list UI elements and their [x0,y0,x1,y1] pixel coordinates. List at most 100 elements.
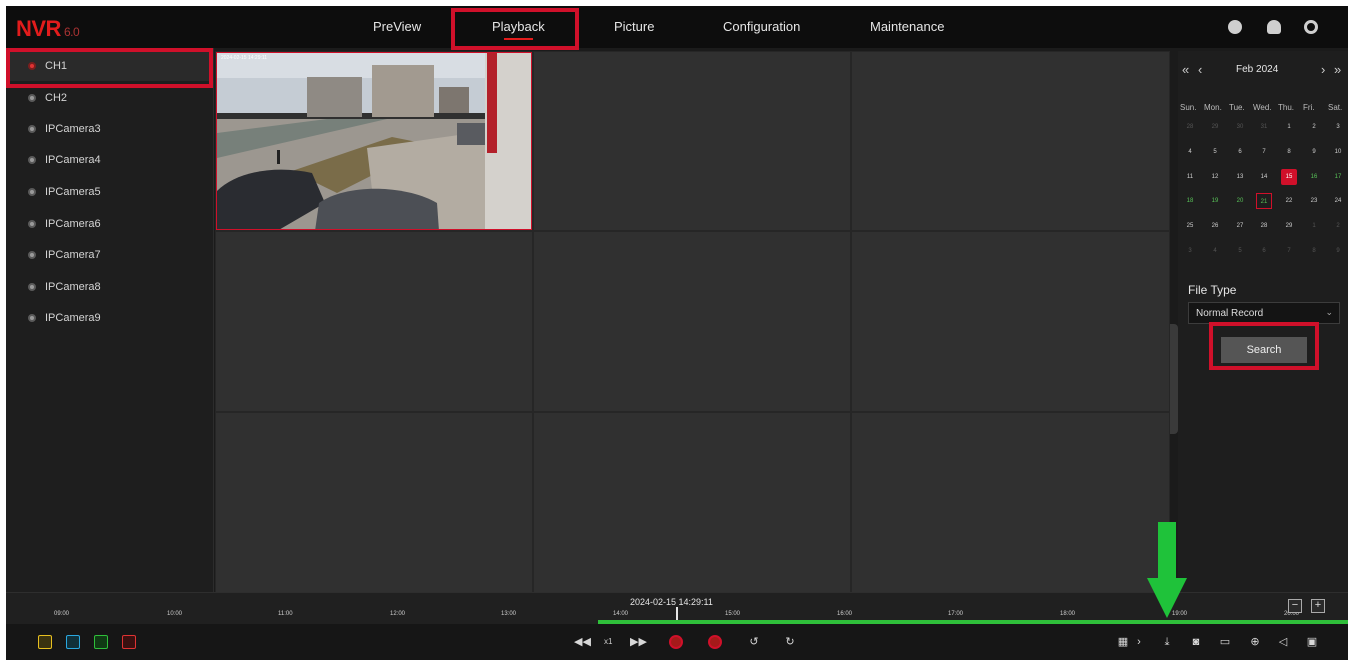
calendar-day[interactable]: 23 [1306,193,1322,209]
calendar-day[interactable]: 24 [1330,193,1346,209]
file-type-label: File Type [1188,283,1237,297]
download-icon[interactable]: ⤓ [1160,635,1174,649]
ai-filter-icon[interactable] [66,635,80,649]
calendar-day[interactable]: 8 [1306,243,1322,259]
playback-video-grid: 2024-02-15 14:29:11 [215,51,1170,592]
calendar-day[interactable]: 8 [1281,144,1297,160]
calendar-day[interactable]: 29 [1281,218,1297,234]
channel-item-ipcamera5[interactable]: IPCamera5 [6,177,214,207]
calendar-day[interactable]: 1 [1281,119,1297,135]
fullscreen-icon[interactable]: ▣ [1305,635,1319,649]
calendar-day[interactable]: 15 [1281,169,1297,185]
camera-snapshot [217,53,531,229]
calendar-day[interactable]: 10 [1330,144,1346,160]
panel-collapse-handle[interactable] [1170,324,1178,434]
calendar-day[interactable]: 9 [1306,144,1322,160]
step-forward-icon[interactable]: ↻ [783,635,797,649]
video-cell-4[interactable] [216,232,532,411]
calendar-day[interactable]: 17 [1330,169,1346,185]
calendar-day[interactable]: 1 [1306,218,1322,234]
calendar-day[interactable]: 7 [1281,243,1297,259]
video-cell-3[interactable] [852,52,1169,230]
step-back-icon[interactable]: ↺ [747,635,761,649]
calendar-day[interactable]: 3 [1330,119,1346,135]
fast-forward-icon[interactable]: ▶▶ [630,635,647,649]
volume-icon[interactable]: ◁ [1276,635,1290,649]
calendar-day[interactable]: 29 [1207,119,1223,135]
channel-status-icon [28,251,36,259]
timeline-zoom-in-button[interactable]: + [1311,599,1325,613]
video-cell-6[interactable] [852,232,1169,411]
calendar-day[interactable]: 31 [1256,119,1272,135]
rewind-icon[interactable]: ◀◀ [574,635,591,649]
video-cell-1[interactable]: 2024-02-15 14:29:11 [216,52,532,230]
nav-preview[interactable]: PreView [373,19,421,34]
cloud-icon[interactable] [1267,20,1281,34]
calendar-day[interactable]: 4 [1207,243,1223,259]
calendar-day[interactable]: 11 [1182,169,1198,185]
calendar-day[interactable]: 12 [1207,169,1223,185]
video-cell-7[interactable] [216,413,532,592]
video-cell-2[interactable] [534,52,850,230]
calendar-day[interactable]: 28 [1182,119,1198,135]
channel-item-ipcamera9[interactable]: IPCamera9 [6,303,214,333]
normal-record-filter-icon[interactable] [94,635,108,649]
calendar-day[interactable]: 22 [1281,193,1297,209]
clip-icon[interactable]: ▭ [1218,635,1232,649]
user-icon[interactable] [1228,20,1242,34]
chevron-right-icon[interactable]: › [1132,635,1146,649]
event-filter-icon[interactable] [38,635,52,649]
calendar-day[interactable]: 6 [1232,144,1248,160]
calendar-day[interactable]: 20 [1232,193,1248,209]
nav-picture[interactable]: Picture [614,19,654,34]
channel-item-ipcamera3[interactable]: IPCamera3 [6,114,214,144]
calendar-day[interactable]: 30 [1232,119,1248,135]
calendar-day[interactable]: 7 [1256,144,1272,160]
snapshot-icon[interactable]: ◙ [1189,635,1203,649]
calendar-day[interactable]: 21 [1256,193,1272,209]
channel-item-ipcamera8[interactable]: IPCamera8 [6,272,214,302]
nav-configuration[interactable]: Configuration [723,19,800,34]
calendar-day[interactable]: 9 [1330,243,1346,259]
video-cell-9[interactable] [852,413,1169,592]
weekday-sat: Sat. [1328,103,1343,112]
channel-item-ipcamera6[interactable]: IPCamera6 [6,209,214,239]
next-month-button[interactable]: › [1321,63,1325,77]
channel-item-ipcamera7[interactable]: IPCamera7 [6,240,214,270]
timeline-zoom-out-button[interactable]: − [1288,599,1302,613]
calendar-day[interactable]: 6 [1256,243,1272,259]
alarm-filter-icon[interactable] [122,635,136,649]
next-year-button[interactable]: » [1334,63,1341,77]
nav-maintenance[interactable]: Maintenance [870,19,944,34]
calendar-day[interactable]: 14 [1256,169,1272,185]
file-type-select[interactable]: Normal Record ⌄ [1188,302,1340,324]
calendar-day[interactable]: 2 [1306,119,1322,135]
prev-month-button[interactable]: ‹ [1198,63,1202,77]
video-cell-8[interactable] [534,413,850,592]
channel-item-ch1[interactable]: CH1 [6,51,214,81]
calendar-day[interactable]: 3 [1182,243,1198,259]
calendar-day[interactable]: 27 [1232,218,1248,234]
calendar-day[interactable]: 4 [1182,144,1198,160]
calendar-day[interactable]: 5 [1232,243,1248,259]
split-layout-icon[interactable]: ▦ [1116,635,1130,649]
calendar-day[interactable]: 2 [1330,218,1346,234]
calendar-day[interactable]: 5 [1207,144,1223,160]
channel-item-ch2[interactable]: CH2 [6,83,214,113]
video-cell-5[interactable] [534,232,850,411]
prev-year-button[interactable]: « [1182,63,1189,77]
calendar-day[interactable]: 28 [1256,218,1272,234]
settings-icon[interactable] [1304,20,1318,34]
search-button[interactable]: Search [1221,337,1307,363]
zoom-icon[interactable]: ⊕ [1248,635,1262,649]
calendar-day[interactable]: 18 [1182,193,1198,209]
nav-playback[interactable]: Playback [492,19,545,40]
calendar-day[interactable]: 19 [1207,193,1223,209]
calendar-day[interactable]: 25 [1182,218,1198,234]
play-icon[interactable] [669,635,683,649]
calendar-day[interactable]: 13 [1232,169,1248,185]
calendar-day[interactable]: 26 [1207,218,1223,234]
stop-icon[interactable] [708,635,722,649]
calendar-day[interactable]: 16 [1306,169,1322,185]
channel-item-ipcamera4[interactable]: IPCamera4 [6,145,214,175]
